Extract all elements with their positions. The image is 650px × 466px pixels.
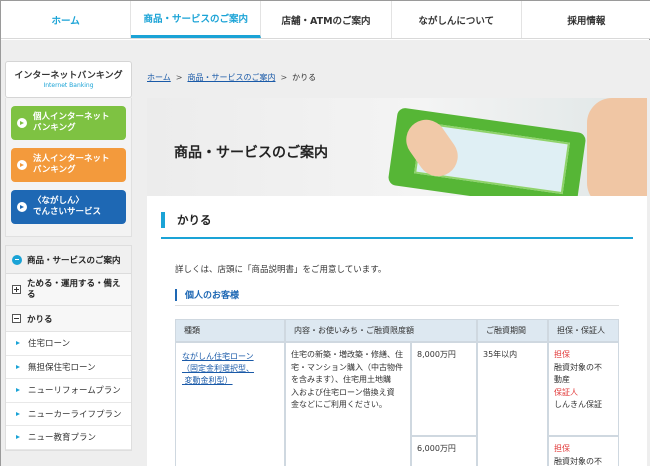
minus-box-icon	[12, 314, 21, 323]
internet-banking-title: インターネットバンキング	[14, 71, 123, 81]
side-menu-head[interactable]: 商品・サービスのご案内	[6, 246, 131, 274]
table-cell-limit: 6,000万円	[411, 436, 477, 466]
type-line: 変動金利型）	[184, 376, 233, 385]
breadcrumb-services[interactable]: 商品・サービスのご案内	[187, 72, 275, 83]
arrow-circle-icon	[17, 160, 27, 170]
breadcrumb-home[interactable]: ホーム	[147, 72, 171, 83]
housing-loan-link[interactable]: ながしん住宅ローン （固定金利選択型、 変動金利型）	[175, 342, 285, 466]
triangle-right-icon	[16, 341, 20, 346]
triangle-right-icon	[16, 364, 20, 369]
save-label-1: ためる・運用する・備え	[27, 278, 121, 289]
corporate-banking-label-2: バンキング	[33, 165, 76, 175]
content-line: を含みます）、住宅用土地購	[291, 375, 391, 384]
section-heading: かりる	[161, 212, 212, 228]
sidebar: インターネットバンキング Internet Banking 個人インターネットバ…	[5, 61, 132, 451]
densai-label-1: 〈ながしん〉	[33, 196, 85, 206]
top-nav: ホーム 商品・サービスのご案内 店舗・ATMのご案内 ながしんについて 採用情報	[1, 1, 650, 39]
table-cell-guarantee: 担保 融資対象の不	[548, 436, 619, 466]
hero-title: 商品・サービスのご案内	[174, 145, 328, 161]
guarantee-text: 融資対象の不	[554, 362, 602, 372]
table-cell-period: 35年以内	[477, 342, 548, 466]
content-line: 宅・マンション購入（中古物件	[291, 362, 403, 372]
content-line: 金などにご利用ください。	[291, 400, 387, 409]
nav-recruit[interactable]: 採用情報	[522, 1, 650, 38]
side-menu-link-car-plan[interactable]: ニューカーライフプラン	[6, 402, 131, 426]
borrow-label: かりる	[27, 314, 53, 325]
side-menu-head-label: 商品・サービスのご案内	[27, 255, 121, 266]
chevron-right-icon: >	[175, 73, 183, 82]
link-label: ニューリフォームプラン	[28, 386, 121, 397]
personal-banking-label-1: 個人インターネット	[33, 112, 110, 122]
side-menu-save[interactable]: ためる・運用する・備える	[6, 274, 131, 306]
breadcrumb-current: かりる	[292, 73, 317, 82]
densai-service-button[interactable]: 〈ながしん〉 でんさいサービス	[11, 190, 126, 224]
guarantee-label: 担保	[554, 444, 570, 453]
guarantee-label: 担保	[554, 350, 570, 359]
guarantor-label: 保証人	[554, 387, 578, 397]
main-content: 商品・サービスのご案内 かりる 詳しくは、店頭に「商品説明書」をご用意しています…	[147, 98, 647, 466]
link-label: ニューカーライフプラン	[28, 409, 122, 420]
side-menu-link-reform-plan[interactable]: ニューリフォームプラン	[6, 379, 131, 403]
triangle-right-icon	[16, 411, 20, 416]
content-line: 入および住宅ローン借換え資	[291, 387, 395, 397]
link-label: 無担保住宅ローン	[28, 362, 96, 373]
personal-banking-label-2: バンキング	[33, 123, 76, 133]
arrow-circle-icon	[17, 202, 27, 212]
content-line: 住宅の新築・増改築・修繕、住	[291, 350, 403, 359]
nav-about[interactable]: ながしんについて	[392, 1, 522, 38]
breadcrumb: ホーム > 商品・サービスのご案内 > かりる	[147, 72, 316, 83]
subsection-heading: 個人のお客様	[175, 288, 239, 301]
corporate-banking-label-1: 法人インターネット	[33, 154, 110, 164]
side-menu-link-education-plan[interactable]: ニュー教育プラン	[6, 426, 131, 450]
subsection-title: 個人のお客様	[185, 291, 240, 301]
link-label: 住宅ローン	[28, 339, 71, 350]
save-label-2: る	[27, 289, 36, 300]
densai-label-2: でんさいサービス	[33, 207, 102, 217]
section-title: かりる	[177, 213, 212, 227]
hero-banner: 商品・サービスのご案内	[147, 98, 647, 196]
intro-text: 詳しくは、店頭に「商品説明書」をご用意しています。	[175, 265, 387, 275]
internet-banking-header: インターネットバンキング Internet Banking	[5, 61, 132, 98]
table-header: ご融資期間	[477, 319, 548, 342]
nav-services[interactable]: 商品・サービスのご案内	[131, 1, 262, 38]
type-line: ながしん住宅ローン	[182, 352, 254, 361]
personal-banking-button[interactable]: 個人インターネット バンキング	[11, 106, 126, 140]
subsection-divider	[175, 305, 619, 306]
side-menu-borrow[interactable]: かりる	[6, 306, 131, 332]
section-divider	[161, 237, 633, 239]
plus-box-icon	[12, 285, 21, 294]
link-label: ニュー教育プラン	[28, 433, 97, 444]
table-header: 種類	[175, 319, 285, 342]
side-menu-link-unsecured-loan[interactable]: 無担保住宅ローン	[6, 355, 131, 379]
guarantee-text: 動産	[554, 375, 570, 384]
table-header: 内容・お使いみち・ご融資限度額	[285, 319, 477, 342]
minus-circle-icon	[12, 254, 22, 265]
table-cell-limit: 8,000万円	[411, 342, 477, 436]
side-menu-link-housing-loan[interactable]: 住宅ローン	[6, 332, 131, 356]
internet-banking-subtitle: Internet Banking	[43, 82, 94, 89]
triangle-right-icon	[16, 435, 20, 440]
nav-branches[interactable]: 店舗・ATMのご案内	[261, 1, 392, 38]
table-cell-content: 住宅の新築・増改築・修繕、住 宅・マンション購入（中古物件 を含みます）、住宅用…	[285, 342, 411, 466]
triangle-right-icon	[16, 388, 20, 393]
loan-table: 種類 内容・お使いみち・ご融資限度額 ご融資期間 担保・保証人 ながしん住宅ロー…	[175, 319, 619, 466]
nav-home[interactable]: ホーム	[1, 1, 132, 38]
internet-banking-buttons: 個人インターネット バンキング 法人インターネット バンキング 〈ながしん〉 でんさい…	[5, 98, 132, 237]
table-cell-guarantee: 担保 融資対象の不 動産 保証人 しんきん保証	[548, 342, 619, 436]
chevron-right-icon: >	[280, 73, 288, 82]
hero-hand-image	[587, 98, 647, 196]
arrow-circle-icon	[17, 118, 27, 128]
table-header: 担保・保証人	[548, 319, 619, 342]
corporate-banking-button[interactable]: 法人インターネット バンキング	[11, 148, 126, 182]
guarantee-text: 融資対象の不	[554, 456, 602, 466]
guarantor-text: しんきん保証	[554, 400, 602, 409]
type-line: （固定金利選択型、	[182, 364, 254, 373]
side-menu: 商品・サービスのご案内 ためる・運用する・備える かりる 住宅ローン 無担保住宅…	[5, 245, 132, 451]
